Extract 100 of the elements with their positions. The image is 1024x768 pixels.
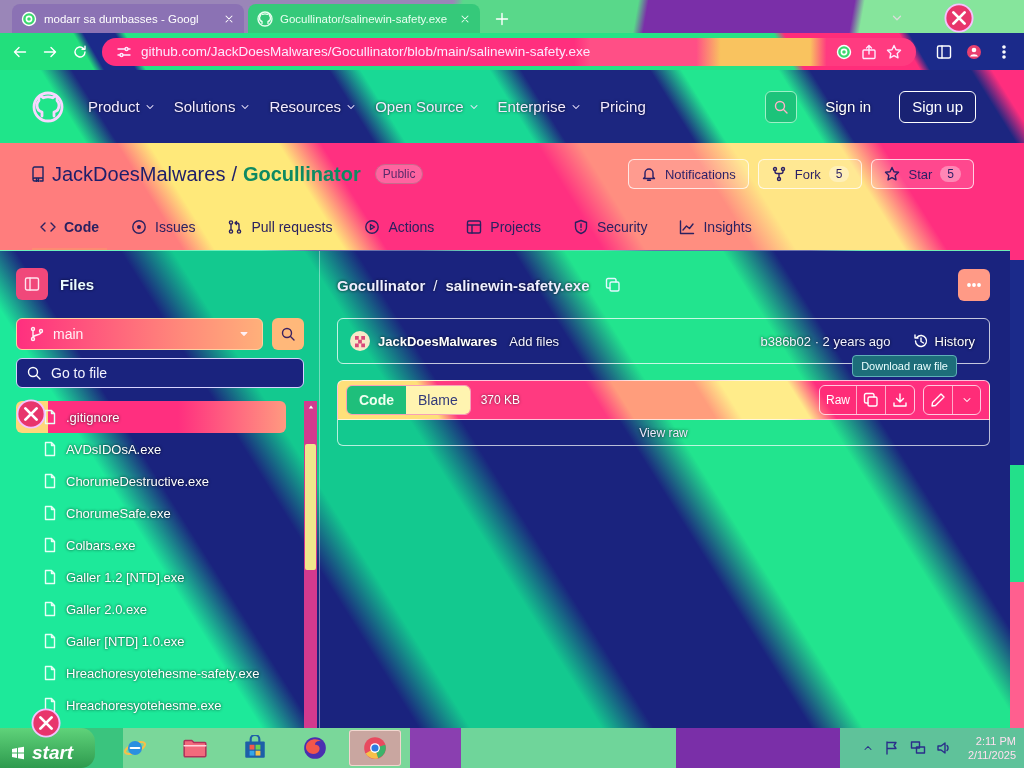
fork-icon [770, 166, 787, 182]
pull-request-icon [227, 218, 244, 235]
reload-icon[interactable] [72, 43, 88, 60]
browser-circle-icon [362, 735, 388, 761]
commit-author[interactable]: JackDoesMalwares [378, 333, 498, 349]
repo-owner-link[interactable]: JackDoesMalwares [52, 162, 226, 186]
tooltip: Download raw file [852, 355, 957, 377]
network-icon[interactable] [909, 740, 926, 756]
copy-button[interactable] [856, 386, 885, 414]
repo-tab[interactable]: Security [564, 205, 656, 250]
file-icon [42, 633, 58, 649]
file-icon [42, 505, 58, 521]
profile-icon[interactable] [966, 43, 982, 60]
download-icon [892, 392, 908, 408]
repo-tab[interactable]: Issues [123, 205, 204, 250]
file-icon [42, 473, 58, 489]
play-circle-icon [364, 218, 381, 235]
nav-item[interactable]: Product [88, 94, 156, 119]
clock-date: 2/11/2025 [967, 748, 1016, 762]
notifications-button[interactable]: Notifications [627, 159, 749, 189]
search-icon [773, 98, 790, 115]
repo-tab[interactable]: Projects [458, 205, 549, 250]
go-to-file-field[interactable]: Go to file [16, 358, 304, 388]
commit-meta: b386b02 · 2 years ago [760, 333, 891, 349]
search-icon [280, 326, 296, 342]
taskbar-app[interactable] [349, 730, 401, 766]
file-icon [42, 441, 58, 457]
table-icon [466, 218, 483, 235]
repo-tab[interactable]: Insights [671, 205, 760, 250]
path-separator: / [433, 276, 438, 294]
shield-icon [572, 218, 589, 235]
fox-globe-icon [302, 735, 328, 761]
file-size: 370 KB [480, 393, 521, 407]
browser-tab[interactable]: modarr sa dumbasses - Googl [12, 4, 244, 33]
repo-tab[interactable]: Actions [356, 205, 443, 250]
file-icon [42, 601, 58, 617]
scrollbar-thumb[interactable] [305, 444, 316, 570]
error-icon [16, 399, 46, 429]
graph-icon [679, 218, 696, 235]
file-icon [42, 569, 58, 585]
count-badge: 5 [940, 166, 961, 182]
branch-icon [29, 326, 45, 342]
pencil-icon [930, 392, 946, 408]
collapse-sidebar-button[interactable] [16, 268, 48, 300]
nav-item[interactable]: Enterprise [497, 94, 582, 119]
repo-book-icon [30, 166, 46, 182]
file-item[interactable]: AVDsIDOsA.exe [16, 433, 286, 465]
sign-in-link[interactable]: Sign in [819, 97, 878, 116]
avatar-icon [350, 331, 370, 351]
repo-tab[interactable]: Pull requests [219, 205, 341, 250]
address-bar[interactable]: github.com/JackDoesMalwares/Gocullinator/blob/main/salinewin-safety.exe [102, 37, 916, 66]
sidebar-title: Files [60, 275, 95, 293]
logo-icon [257, 10, 273, 27]
bell-icon [640, 166, 657, 182]
visibility-label: Public [374, 164, 424, 184]
path-separator: / [231, 162, 237, 186]
side-panel-icon[interactable] [936, 43, 952, 60]
copy-icon [863, 392, 879, 408]
nav-item[interactable]: Resources [269, 94, 358, 119]
search-button[interactable] [272, 318, 304, 350]
raw-button[interactable]: Raw [820, 386, 856, 414]
flag-icon[interactable] [883, 740, 900, 756]
more-options-button[interactable] [958, 269, 990, 301]
side-panel-icon [24, 276, 40, 292]
scrollbar[interactable] [304, 401, 317, 728]
scroll-up-icon [306, 404, 315, 410]
start-button[interactable]: start [0, 728, 95, 768]
edit-button[interactable] [924, 386, 952, 414]
star-icon [884, 166, 901, 182]
page-scrollbar[interactable] [1010, 143, 1024, 728]
file-icon [42, 409, 58, 425]
file-icon [42, 665, 58, 681]
download-button[interactable] [885, 386, 914, 414]
file-icon [42, 537, 58, 553]
nav-item[interactable]: Solutions [173, 94, 252, 119]
circle-logo-icon[interactable] [836, 43, 852, 60]
file-item[interactable]: ChorumeDestructive.exe [16, 465, 286, 497]
error-icon [944, 3, 974, 33]
view-mode-tab[interactable]: Code [347, 386, 406, 414]
branch-select[interactable]: main [16, 318, 263, 350]
file-item[interactable]: .gitignore [16, 401, 286, 433]
history-icon [912, 333, 929, 349]
star-icon[interactable] [886, 43, 902, 60]
more-edit-button[interactable] [952, 386, 980, 414]
search-icon [26, 365, 42, 381]
circle-dot-icon [131, 218, 147, 235]
speaker-icon[interactable] [935, 740, 952, 756]
count-badge: 5 [828, 166, 850, 182]
history-button[interactable]: History [912, 333, 975, 349]
logo-icon[interactable] [32, 90, 64, 123]
clock-time: 2:11 PM [975, 734, 1016, 748]
nav-item[interactable]: Pricing [599, 94, 646, 119]
share-icon[interactable] [861, 43, 877, 60]
commit-message[interactable]: Add files [509, 333, 560, 349]
star-button[interactable]: Star 5 [871, 159, 974, 189]
view-mode-tab[interactable]: Blame [406, 386, 470, 414]
sign-up-button[interactable]: Sign up [899, 90, 976, 123]
fork-button[interactable]: Fork 5 [757, 159, 863, 189]
circle-logo-icon [21, 10, 37, 27]
view-raw-link[interactable]: View raw [639, 425, 688, 440]
